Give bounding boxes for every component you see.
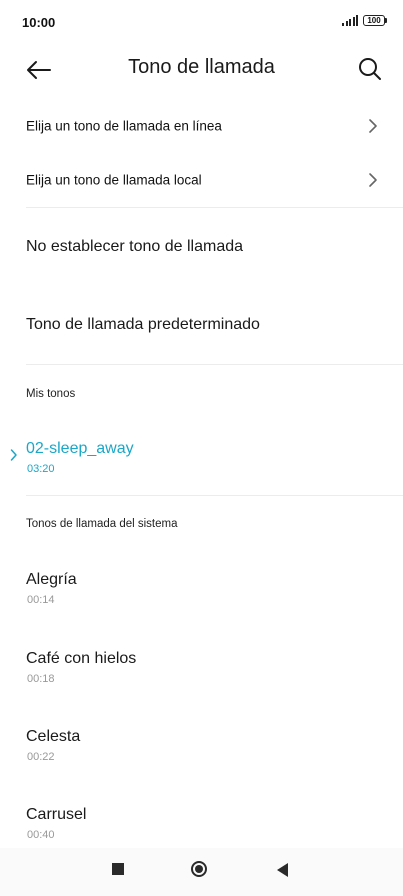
local-ringtone-row[interactable]: Elija un tono de llamada local [0, 153, 403, 207]
search-icon [359, 58, 381, 80]
tone-duration: 00:22 [27, 751, 55, 763]
local-ringtone-label: Elija un tono de llamada local [26, 172, 202, 188]
page-title: Tono de llamada [128, 56, 275, 78]
search-button[interactable] [355, 54, 385, 84]
selected-chevron-icon [10, 449, 17, 461]
tone-name: Alegría [26, 571, 77, 588]
tone-item-selected[interactable]: 02-sleep_away 03:20 [0, 432, 403, 492]
divider [26, 495, 403, 496]
chevron-right-icon [369, 119, 377, 133]
toolbar: Tono de llamada [0, 46, 403, 94]
chevron-right-icon [369, 173, 377, 187]
tone-item[interactable]: Celesta 00:22 [0, 720, 403, 780]
default-ringtone-option[interactable]: Tono de llamada predeterminado [0, 295, 403, 355]
my-tones-header: Mis tonos [26, 388, 76, 400]
home-circle-icon[interactable] [191, 861, 207, 877]
tone-name: Carrusel [26, 806, 87, 823]
tone-name: Celesta [26, 728, 81, 745]
tone-item[interactable]: Café con hielos 00:18 [0, 642, 403, 702]
divider [26, 364, 403, 365]
no-ringtone-label: No establecer tono de llamada [26, 238, 244, 255]
system-nav-bar [0, 848, 403, 896]
tone-duration: 00:14 [27, 594, 55, 606]
system-tones-header: Tonos de llamada del sistema [26, 518, 178, 530]
status-time: 10:00 [22, 15, 56, 30]
status-icons: 100 [342, 15, 387, 26]
back-triangle-icon[interactable] [277, 863, 288, 877]
tone-duration: 03:20 [27, 463, 55, 475]
status-bar: 10:00 100 [0, 0, 403, 48]
back-button[interactable] [24, 56, 54, 84]
battery-level: 100 [367, 16, 381, 25]
tone-item[interactable]: Carrusel 00:40 [0, 798, 403, 838]
recents-square-icon[interactable] [112, 863, 124, 875]
battery-icon: 100 [363, 15, 387, 26]
tone-duration: 00:18 [27, 673, 55, 685]
signal-icon [342, 15, 358, 26]
divider [26, 207, 403, 208]
tone-item[interactable]: Alegría 00:14 [0, 563, 403, 623]
online-ringtone-label: Elija un tono de llamada en línea [26, 118, 222, 134]
default-ringtone-label: Tono de llamada predeterminado [26, 316, 260, 333]
no-ringtone-option[interactable]: No establecer tono de llamada [0, 217, 403, 277]
online-ringtone-row[interactable]: Elija un tono de llamada en línea [0, 99, 403, 153]
back-arrow-icon [27, 61, 51, 79]
tone-name: Café con hielos [26, 650, 137, 667]
tone-duration: 00:40 [27, 829, 55, 838]
tone-name: 02-sleep_away [26, 440, 134, 457]
